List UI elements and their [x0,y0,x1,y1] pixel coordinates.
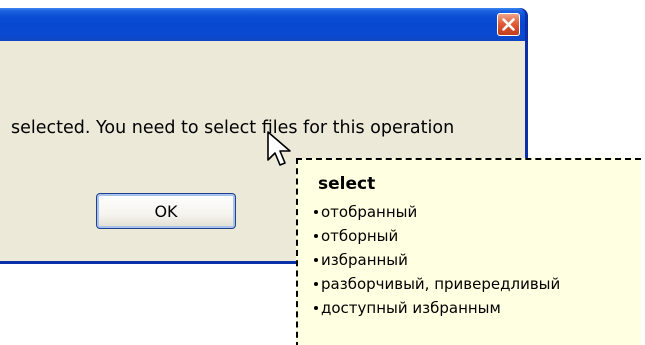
bullet-icon [314,258,318,262]
translation-meaning: отборный [314,224,641,248]
translation-meaning-text: доступный избранным [321,299,501,317]
bullet-icon [314,234,318,238]
translation-meaning: избранный [314,248,641,272]
ok-button[interactable]: OK [96,193,236,229]
close-icon [502,18,515,31]
translation-meaning: доступный избранным [314,296,641,320]
screen: selected. You need to select files for t… [0,0,645,345]
translation-popup: select отобранный отборный избранный раз… [296,158,641,345]
bullet-icon [314,210,318,214]
bullet-icon [314,306,318,310]
dialog-titlebar[interactable] [0,8,525,41]
bullet-icon [314,282,318,286]
pointer-cursor-icon [267,131,291,166]
translation-meaning-text: разборчивый, привередливый [321,275,561,293]
translation-meaning-text: избранный [321,251,408,269]
translation-word: select [318,174,376,194]
close-button[interactable] [497,13,520,36]
translation-meaning: разборчивый, привередливый [314,272,641,296]
translation-meaning: отобранный [314,200,641,224]
translation-meanings-list: отобранный отборный избранный разборчивы… [314,200,641,320]
translation-meaning-text: отобранный [321,203,418,221]
translation-meaning-text: отборный [321,227,399,245]
dialog-message: selected. You need to select files for t… [11,118,455,138]
